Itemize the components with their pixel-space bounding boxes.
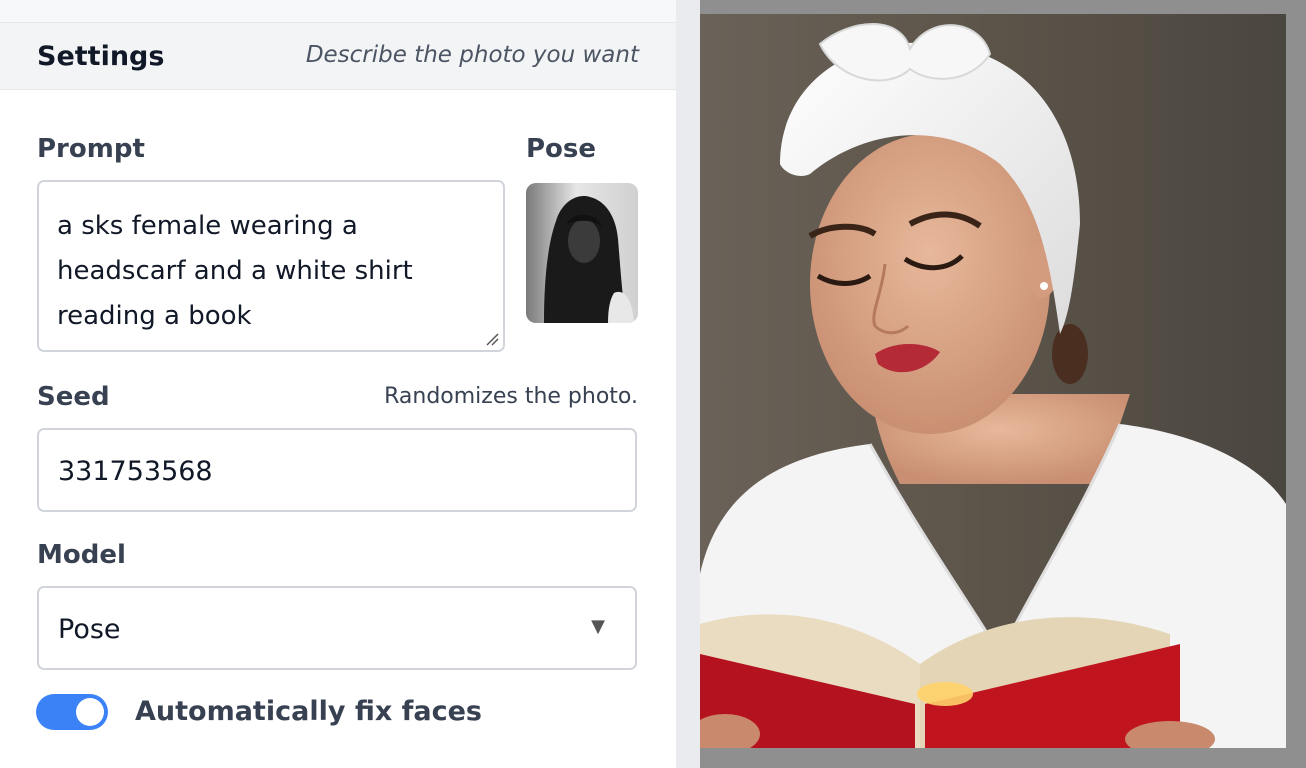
pose-label: Pose [526,134,597,164]
settings-subtitle: Describe the photo you want [305,42,639,68]
fix-faces-toggle[interactable] [36,694,108,730]
settings-title: Settings [37,41,165,72]
dropdown-arrow-icon[interactable]: ▼ [591,616,605,637]
pose-image [526,183,638,323]
model-selected-value[interactable]: Pose [58,614,121,645]
top-strip [0,0,676,22]
settings-panel: Settings Describe the photo you want Pro… [0,0,676,768]
generated-photo [700,14,1286,748]
settings-header: Settings Describe the photo you want [0,22,676,90]
panel-divider [676,0,700,768]
model-select[interactable]: Pose ▼ [37,586,637,670]
resize-grip-icon[interactable] [485,332,499,346]
seed-value[interactable]: 331753568 [58,456,213,487]
toggle-knob [76,698,104,726]
pose-thumbnail[interactable] [526,183,638,323]
seed-label: Seed [37,382,110,412]
prompt-textarea[interactable]: a sks female wearing a headscarf and a w… [37,180,505,352]
model-label: Model [37,540,126,570]
seed-input[interactable]: 331753568 [37,428,637,512]
seed-hint: Randomizes the photo. [384,384,638,409]
prompt-label: Prompt [37,134,145,164]
prompt-text[interactable]: a sks female wearing a headscarf and a w… [57,204,477,339]
fix-faces-label: Automatically fix faces [135,696,483,727]
generated-photo-image [700,14,1286,748]
